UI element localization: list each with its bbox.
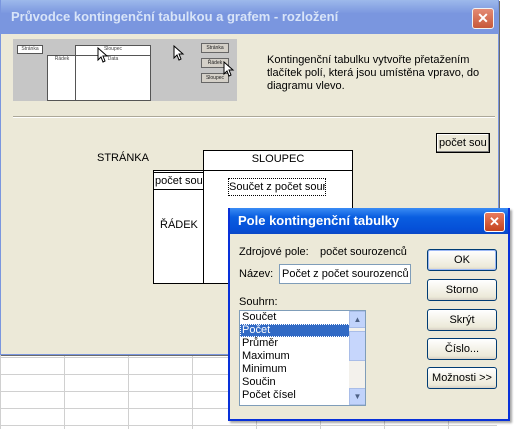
listbox-scrollbar[interactable]: ▲ ▼ — [349, 311, 365, 405]
separator — [13, 116, 495, 118]
close-icon[interactable]: ✕ — [472, 8, 494, 29]
name-field[interactable]: Počet z počet sourozenců — [279, 264, 411, 284]
summary-label: Souhrn: — [239, 296, 278, 308]
list-item[interactable]: Průměr — [240, 337, 365, 350]
list-item[interactable]: Součin — [240, 376, 365, 389]
source-label: Zdrojové pole: — [239, 246, 309, 258]
number-format-button[interactable]: Číslo... — [427, 338, 497, 360]
list-item[interactable]: Minimum — [240, 363, 365, 376]
illustration-field-button: Stránka — [201, 43, 229, 53]
cursor-arrow-icon — [173, 45, 185, 61]
list-item[interactable]: Počet čísel — [240, 389, 365, 402]
hide-button[interactable]: Skrýt — [427, 309, 497, 331]
data-field-button[interactable]: Součet z počet sour — [228, 178, 326, 196]
cursor-arrow-icon — [97, 47, 109, 63]
dialog-title: Pole kontingenční tabulky — [238, 213, 400, 228]
cursor-arrow-icon — [223, 61, 235, 77]
illustration-row-label: Řádek — [54, 56, 70, 62]
illustration-page-box: Stránka — [17, 45, 43, 54]
options-button[interactable]: Možnosti >> — [427, 367, 497, 389]
instructions-text: Kontingenční tabulku vytvořte přetažením… — [267, 54, 480, 92]
column-area[interactable]: SLOUPEC — [203, 150, 353, 171]
page-area-text: STRÁNKA — [97, 152, 149, 164]
illustration-data-box: Data — [75, 55, 151, 101]
page-area-label[interactable]: STRÁNKA — [97, 152, 149, 164]
field-button-pocet-sourozencu[interactable]: počet sou — [436, 133, 490, 153]
list-item[interactable]: Maximum — [240, 350, 365, 363]
illustration-row-box: Řádek — [47, 55, 77, 101]
list-item-selected[interactable]: Počet — [240, 324, 365, 337]
illustration-data-label: Data — [107, 56, 119, 62]
close-icon[interactable]: ✕ — [484, 212, 505, 232]
name-label: Název: — [239, 268, 274, 280]
dialog-title-bar[interactable]: Pole kontingenční tabulky ✕ — [230, 208, 508, 234]
scroll-thumb[interactable] — [349, 331, 365, 361]
source-value: počet sourozenců — [320, 246, 407, 258]
wizard-title-bar[interactable]: Průvodce kontingenční tabulkou a grafem … — [1, 0, 498, 34]
wizard-title: Průvodce kontingenční tabulkou a grafem … — [11, 9, 339, 24]
row-field-button[interactable]: počet sou — [153, 172, 204, 190]
summary-listbox[interactable]: Součet Počet Průměr Maximum Minimum Souč… — [239, 310, 366, 406]
layout-illustration: Stránka Řádek Sloupec Data Stránka Řádek… — [13, 39, 237, 101]
scroll-up-icon[interactable]: ▲ — [349, 311, 365, 328]
list-item[interactable]: Součet — [240, 311, 365, 324]
pivot-field-dialog: Pole kontingenční tabulky ✕ Zdrojové pol… — [228, 208, 510, 421]
ok-button[interactable]: OK — [427, 249, 497, 271]
row-area-label: ŘÁDEK — [160, 219, 198, 231]
column-area-label: SLOUPEC — [251, 153, 305, 165]
scroll-down-icon[interactable]: ▼ — [349, 388, 365, 405]
cancel-button[interactable]: Storno — [427, 279, 497, 301]
